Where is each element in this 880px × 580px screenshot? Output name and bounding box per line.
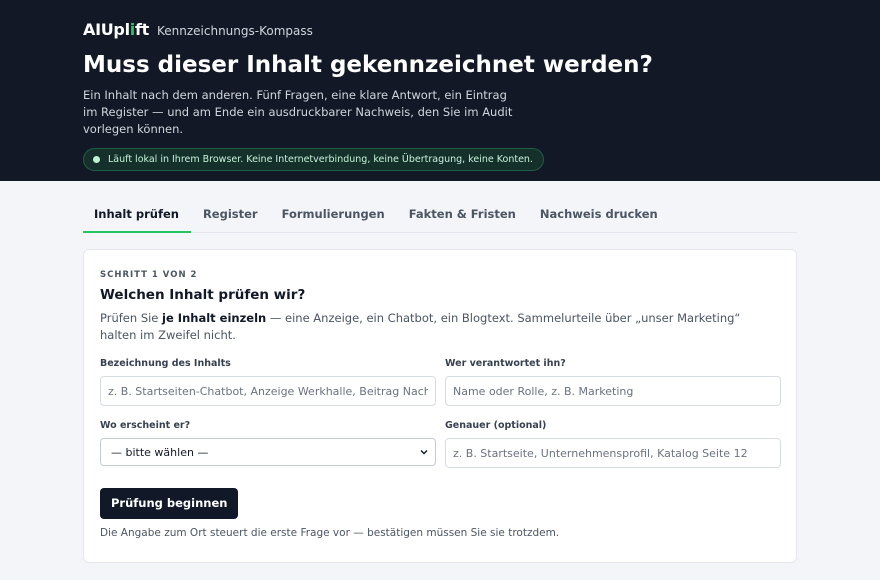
privacy-badge: Läuft lokal in Ihrem Browser. Keine Inte… <box>83 147 544 171</box>
card-title: Welchen Inhalt prüfen wir? <box>100 287 306 303</box>
page-title: Muss dieser Inhalt gekennzeichnet werden… <box>83 52 653 78</box>
owner-input[interactable] <box>445 376 781 406</box>
brand-logo: AIUplift <box>83 20 149 39</box>
status-dot-icon <box>93 155 100 163</box>
tab-bar: Inhalt prüfen Register Formulierungen Fa… <box>83 193 797 233</box>
privacy-badge-text: Läuft lokal in Ihrem Browser. Keine Inte… <box>108 153 533 165</box>
field-name: Bezeichnung des Inhalts <box>100 358 436 406</box>
field-owner: Wer verantwortet ihn? <box>445 358 781 406</box>
tab-nachweis-drucken[interactable]: Nachweis drucken <box>529 193 670 233</box>
owner-label: Wer verantwortet ihn? <box>445 358 566 369</box>
form-hint: Die Angabe zum Ort steuert die erste Fra… <box>100 527 560 539</box>
where-select-value: — bitte wählen — <box>111 445 209 459</box>
name-label: Bezeichnung des Inhalts <box>100 358 231 369</box>
card-lead: Prüfen Sie je Inhalt einzeln — eine Anze… <box>100 311 741 342</box>
start-check-button[interactable]: Prüfung beginnen <box>100 488 239 519</box>
page-header: AIUplift Kennzeichnungs-Kompass Muss die… <box>0 0 880 181</box>
brand-subtitle: Kennzeichnungs-Kompass <box>156 24 313 38</box>
tab-inhalt-pruefen[interactable]: Inhalt prüfen <box>83 193 191 233</box>
where-label: Wo erscheint er? <box>100 420 191 431</box>
form-grid: Bezeichnung des Inhalts Wer verantwortet… <box>100 358 781 468</box>
name-input[interactable] <box>100 376 436 406</box>
where-select[interactable]: — bitte wählen — <box>100 438 436 466</box>
lead-emphasis: je Inhalt einzeln <box>162 311 267 325</box>
page-description: Ein Inhalt nach dem anderen. Fünf Fragen… <box>83 87 513 136</box>
detail-input[interactable] <box>445 438 781 468</box>
step-indicator: SCHRITT 1 VON 2 <box>100 270 198 280</box>
chevron-down-icon <box>420 450 428 455</box>
brand-row: AIUplift Kennzeichnungs-Kompass <box>83 20 797 39</box>
field-detail: Genauer (optional) <box>445 420 781 468</box>
detail-label: Genauer (optional) <box>445 420 547 431</box>
tab-fakten-fristen[interactable]: Fakten & Fristen <box>398 193 528 233</box>
tab-formulierungen[interactable]: Formulierungen <box>271 193 397 233</box>
check-card: SCHRITT 1 VON 2 Welchen Inhalt prüfen wi… <box>83 249 797 563</box>
tab-register[interactable]: Register <box>192 193 270 233</box>
field-where: Wo erscheint er? — bitte wählen — <box>100 420 436 468</box>
